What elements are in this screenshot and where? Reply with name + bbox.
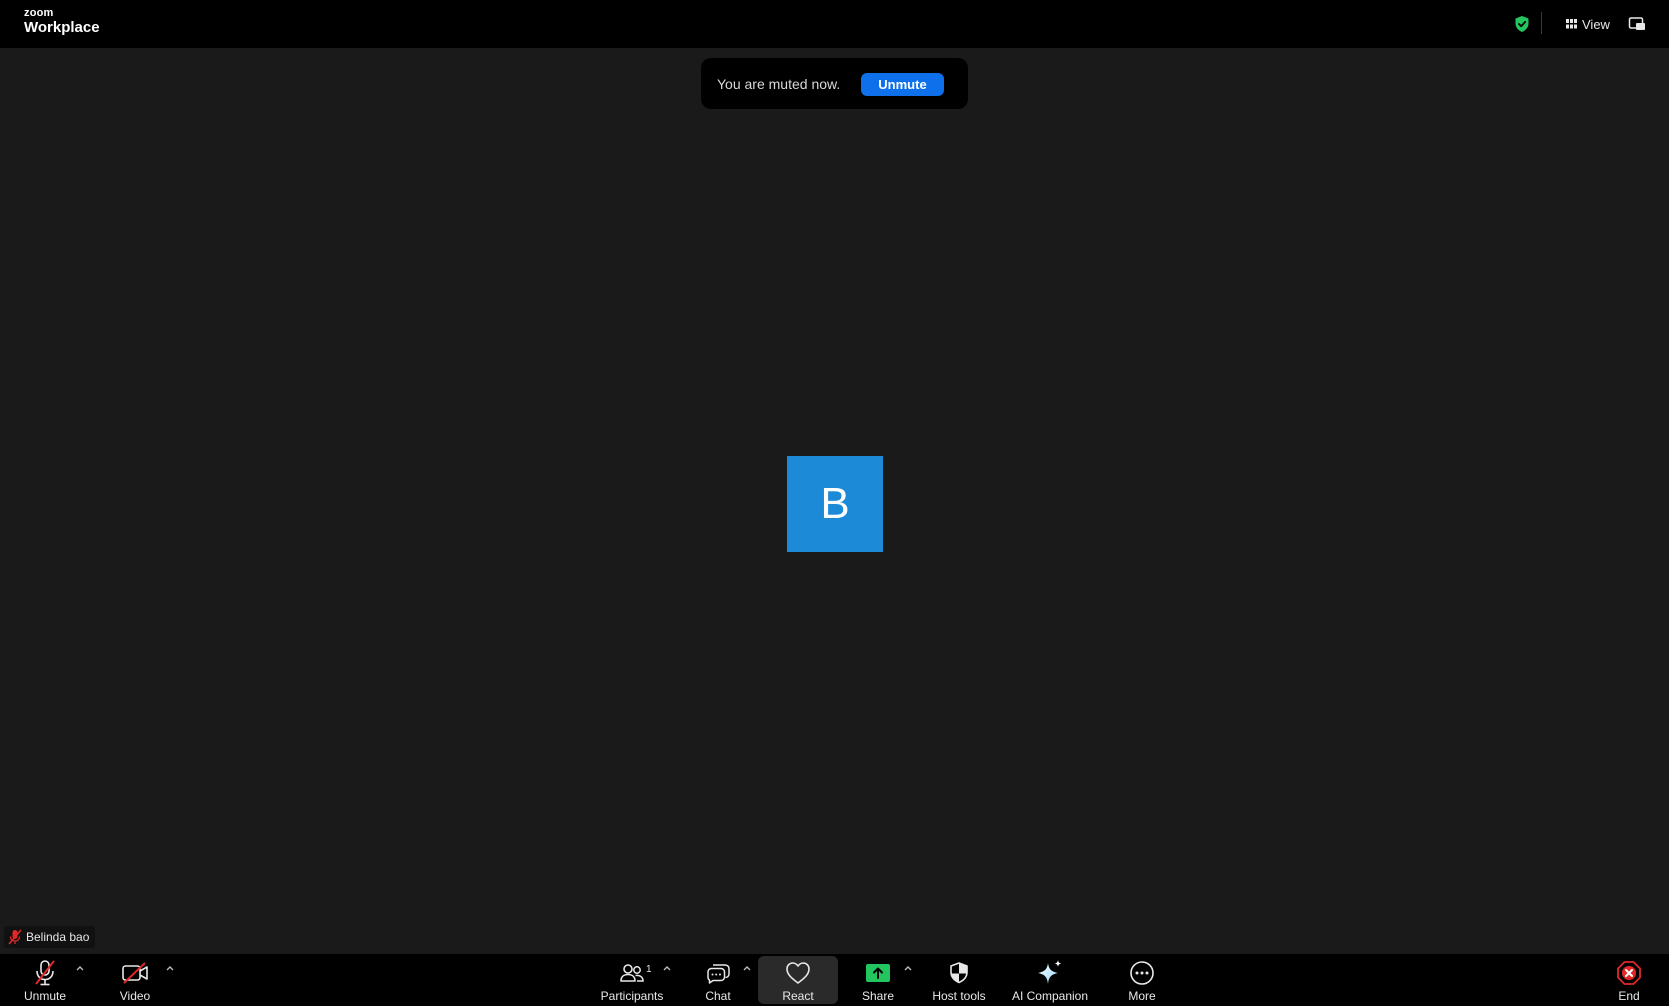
- host-tools-button[interactable]: Host tools: [928, 954, 990, 1006]
- ai-sparkle-icon: [1038, 960, 1062, 984]
- grid-view-icon: [1566, 19, 1577, 29]
- top-bar: zoom Workplace View: [0, 0, 1669, 48]
- end-meeting-button[interactable]: End: [1614, 954, 1644, 1006]
- more-button[interactable]: More: [1124, 954, 1160, 1006]
- video-label: Video: [119, 989, 151, 1003]
- chat-options-chevron-up-icon[interactable]: [741, 963, 753, 973]
- logo-workplace-text: Workplace: [24, 19, 100, 36]
- more-ellipsis-icon: [1130, 961, 1154, 985]
- chat-button[interactable]: Chat: [700, 954, 736, 1006]
- muted-mic-icon: [8, 929, 22, 945]
- host-shield-icon: [950, 962, 968, 984]
- participants-label: Participants: [600, 989, 664, 1003]
- video-options-chevron-up-icon[interactable]: [164, 963, 176, 973]
- muted-microphone-icon: [35, 960, 55, 986]
- share-screen-icon: [866, 964, 890, 982]
- ai-companion-button[interactable]: AI Companion: [1008, 954, 1092, 1006]
- start-video-button[interactable]: Video: [110, 954, 160, 1006]
- participants-options-chevron-up-icon[interactable]: [661, 963, 673, 973]
- chat-label: Chat: [705, 989, 731, 1003]
- react-label: React: [782, 989, 814, 1003]
- participant-name: Belinda bao: [26, 930, 90, 944]
- participants-icon: [620, 964, 644, 982]
- participants-button[interactable]: 1 Participants: [596, 954, 668, 1006]
- end-call-icon: [1617, 961, 1641, 985]
- share-label: Share: [861, 989, 895, 1003]
- zoom-meeting-window: zoom Workplace View You are muted now. U…: [0, 0, 1669, 1006]
- share-button[interactable]: Share: [858, 954, 898, 1006]
- zoom-workplace-logo: zoom Workplace: [24, 7, 100, 36]
- chat-bubbles-icon: [707, 964, 730, 984]
- picture-in-picture-icon[interactable]: [1628, 15, 1646, 33]
- view-button[interactable]: View: [1566, 14, 1610, 34]
- meeting-toolbar: Unmute Video 1 Participants Chat React S…: [0, 954, 1669, 1006]
- encryption-shield-icon[interactable]: [1514, 15, 1530, 33]
- muted-message: You are muted now.: [717, 75, 841, 92]
- participant-avatar: B: [787, 456, 883, 552]
- react-button[interactable]: React: [758, 956, 838, 1004]
- audio-options-chevron-up-icon[interactable]: [74, 963, 86, 973]
- view-label: View: [1582, 16, 1610, 32]
- participants-count: 1: [646, 964, 652, 975]
- top-bar-divider: [1541, 12, 1542, 34]
- host-tools-label: Host tools: [932, 989, 986, 1003]
- ai-companion-label: AI Companion: [1011, 989, 1089, 1003]
- unmute-label: Unmute: [23, 989, 67, 1003]
- muted-notification: You are muted now. Unmute: [701, 58, 968, 109]
- toast-unmute-button[interactable]: Unmute: [861, 73, 944, 96]
- video-off-icon: [122, 962, 148, 984]
- heart-icon: [786, 962, 810, 984]
- more-label: More: [1128, 989, 1156, 1003]
- avatar-initial: B: [820, 479, 850, 528]
- participant-name-tag: Belinda bao: [4, 926, 96, 948]
- share-options-chevron-up-icon[interactable]: [902, 963, 914, 973]
- unmute-button[interactable]: Unmute: [18, 954, 72, 1006]
- logo-zoom-text: zoom: [24, 7, 54, 19]
- end-label: End: [1618, 989, 1640, 1003]
